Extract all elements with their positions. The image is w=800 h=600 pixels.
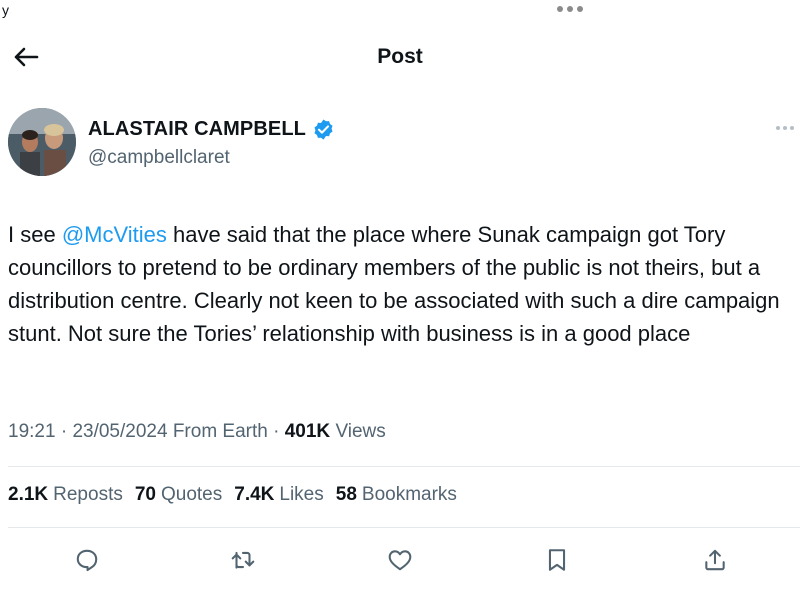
likes-stat[interactable]: 7.4K Likes [234,484,324,506]
page-title: Post [377,45,423,68]
share-button[interactable] [698,544,732,576]
avatar-photo [8,108,76,176]
quotes-count: 70 [134,484,156,505]
repost-button[interactable] [226,544,260,576]
repost-icon [231,551,255,569]
tweet-time[interactable]: 19:21 [8,421,56,442]
bookmarks-count: 58 [335,484,357,505]
likes-count: 7.4K [234,484,275,505]
reposts-label: Reposts [53,484,123,505]
quotes-label: Quotes [160,484,223,505]
bookmark-button[interactable] [540,544,574,576]
engagement-stats: 2.1K Reposts 70 Quotes 7.4K Likes 58 Bookmar… [8,484,457,506]
tweet-meta: 19:21 · 23/05/2024 From Earth · 401K Vie… [8,421,386,442]
reply-icon [76,549,98,572]
author-name[interactable]: ALASTAIR CAMPBELL [88,118,306,141]
avatar[interactable] [8,108,76,176]
tweet-date[interactable]: 23/05/2024 [72,421,167,442]
bookmark-icon [548,549,566,571]
reply-button[interactable] [70,544,104,576]
divider [8,466,800,467]
heart-icon [388,550,412,571]
views-count[interactable]: 401K [285,421,330,442]
author-handle[interactable]: @campbellclaret [88,147,230,169]
action-bar [0,544,800,576]
likes-label: Likes [279,484,324,505]
reposts-stat[interactable]: 2.1K Reposts [8,484,123,506]
bookmarks-stat[interactable]: 58 Bookmarks [336,484,457,506]
bookmarks-label: Bookmarks [361,484,457,505]
tweet-text: I see @McVities have said that the place… [8,218,794,350]
views-label[interactable]: Views [335,421,385,442]
more-options-icon[interactable] [776,126,794,130]
mention-link[interactable]: @McVities [62,222,167,247]
reposts-count: 2.1K [8,484,49,505]
quotes-stat[interactable]: 70 Quotes [135,484,222,506]
divider [8,527,800,528]
verified-badge-icon [314,119,333,140]
status-bar-text: y [2,2,9,18]
share-icon [705,549,725,571]
tweet-location: From Earth [172,421,268,442]
tweet-text-start: I see [8,222,62,247]
window-dots-icon [557,6,583,12]
like-button[interactable] [383,544,417,576]
